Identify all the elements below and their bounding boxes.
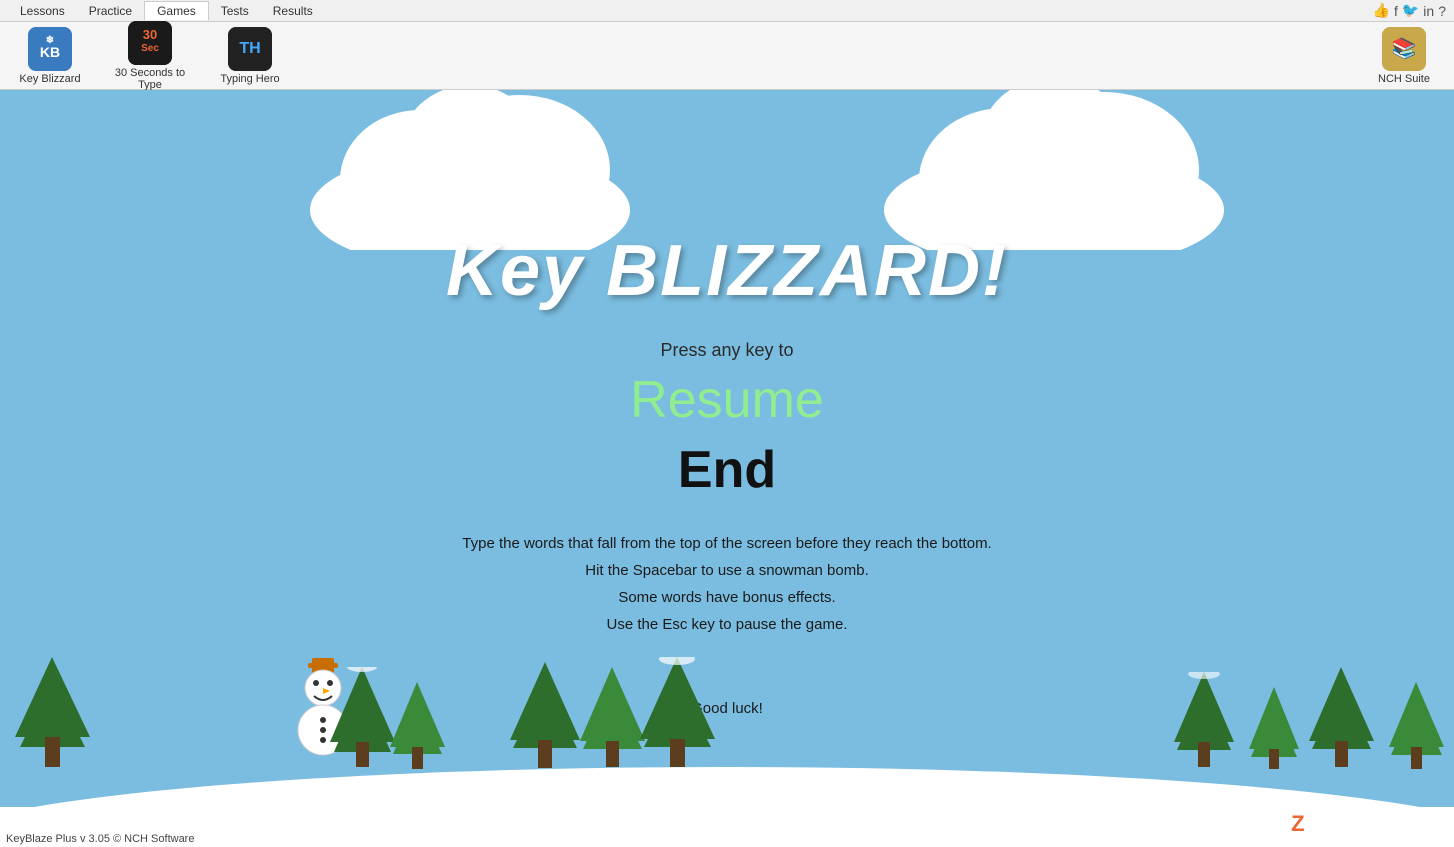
- instruction-line-1: Type the words that fall from the top of…: [462, 530, 991, 557]
- key-blizzard-label: Key Blizzard: [19, 73, 80, 85]
- game-area: Key BLIZZARD! Press any key to Resume En…: [0, 90, 1454, 847]
- tree-right-3: [1309, 667, 1374, 777]
- snow-ground: [0, 727, 1454, 847]
- end-text[interactable]: End: [678, 440, 776, 500]
- toolbar-key-blizzard[interactable]: KB ❄ Key Blizzard: [10, 27, 90, 85]
- nav-results[interactable]: Results: [261, 2, 325, 20]
- cloud-right: [874, 90, 1234, 250]
- tree-right-snowman-1: [330, 667, 395, 777]
- nch-suite-icon: 📚: [1382, 27, 1426, 71]
- typing-hero-icon: TH: [228, 27, 272, 71]
- nch-suite-label: NCH Suite: [1378, 73, 1430, 85]
- cloud-left: [300, 90, 640, 250]
- tree-mid-2: [580, 667, 645, 777]
- svg-text:TH: TH: [239, 40, 260, 57]
- svg-text:Sec: Sec: [141, 43, 159, 54]
- 30-seconds-icon: 30 Sec: [128, 21, 172, 65]
- key-blizzard-icon: KB ❄: [28, 27, 72, 71]
- twitter-icon[interactable]: 🐦: [1402, 2, 1419, 19]
- nav-bar: Lessons Practice Games Tests Results 👍 f…: [0, 0, 1454, 22]
- watermark-z: Z: [1291, 811, 1304, 836]
- tree-far-left: [15, 657, 90, 777]
- typing-hero-label: Typing Hero: [220, 73, 279, 85]
- resume-text[interactable]: Resume: [630, 370, 824, 430]
- instructions: Type the words that fall from the top of…: [462, 530, 991, 638]
- toolbar-nch[interactable]: 📚 NCH Suite: [1364, 27, 1444, 85]
- tree-mid-3: [640, 657, 715, 777]
- facebook-icon[interactable]: f: [1394, 3, 1398, 19]
- tree-right-2: [1249, 687, 1299, 777]
- thumbs-up-icon[interactable]: 👍: [1373, 2, 1390, 19]
- tree-right-1: [1174, 672, 1234, 777]
- press-any-key-text: Press any key to: [660, 340, 793, 361]
- game-title: Key BLIZZARD!: [446, 230, 1008, 312]
- instruction-line-4: Use the Esc key to pause the game.: [462, 611, 991, 638]
- svg-text:📚: 📚: [1392, 37, 1417, 60]
- nav-practice[interactable]: Practice: [77, 2, 144, 20]
- instruction-line-2: Hit the Spacebar to use a snowman bomb.: [462, 557, 991, 584]
- tree-mid-1: [510, 662, 580, 777]
- instruction-line-3: Some words have bonus effects.: [462, 584, 991, 611]
- toolbar-30-seconds[interactable]: 30 Sec 30 Seconds to Type: [110, 21, 190, 91]
- nav-tests[interactable]: Tests: [209, 2, 261, 20]
- nav-lessons[interactable]: Lessons: [8, 2, 77, 20]
- nav-games[interactable]: Games: [144, 1, 209, 20]
- footer-label: KeyBlaze Plus v 3.05 © NCH Software: [0, 831, 200, 847]
- tree-far-right: [1389, 682, 1444, 777]
- svg-text:❄: ❄: [46, 35, 54, 46]
- toolbar-typing-hero[interactable]: TH Typing Hero: [210, 27, 290, 85]
- watermark: Z www.MacZ.com: [1291, 811, 1444, 837]
- svg-text:KB: KB: [40, 44, 60, 60]
- tree-right-snowman-2: [390, 682, 445, 777]
- help-icon[interactable]: ?: [1438, 3, 1446, 19]
- svg-text:30: 30: [143, 27, 157, 42]
- toolbar: KB ❄ Key Blizzard 30 Sec 30 Seconds to T…: [0, 22, 1454, 90]
- 30-seconds-label: 30 Seconds to Type: [110, 67, 190, 91]
- linkedin-icon[interactable]: in: [1423, 3, 1434, 19]
- watermark-text: www.MacZ.com: [1310, 815, 1444, 835]
